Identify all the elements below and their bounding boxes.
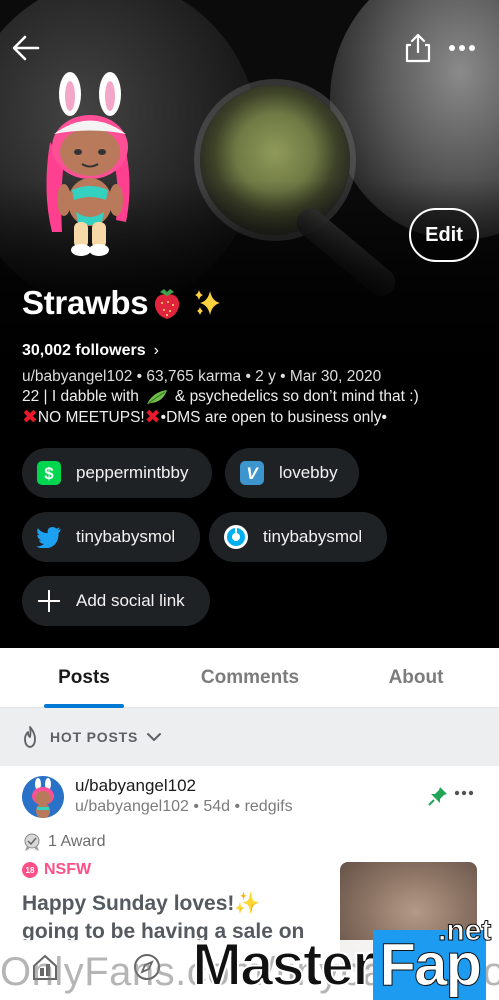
- svg-text:V: V: [246, 464, 259, 483]
- cross-mark-icon: ✖: [144, 407, 161, 428]
- add-social-link-button[interactable]: Add social link: [22, 576, 210, 626]
- chevron-down-icon: [147, 733, 162, 741]
- cashapp-icon: $: [36, 460, 62, 486]
- tab-about[interactable]: About: [376, 648, 456, 708]
- post-subtitle: u/babyangel102 • 54d • redgifs: [75, 798, 293, 815]
- pin-icon: [428, 787, 447, 806]
- back-button[interactable]: [8, 30, 44, 66]
- ellipsis-icon: [454, 790, 474, 796]
- edit-profile-button[interactable]: Edit: [409, 208, 479, 262]
- bio-text: & psychedelics so don’t mind that :): [174, 388, 419, 405]
- flame-icon: [24, 726, 36, 748]
- cross-mark-icon: ✖: [22, 407, 38, 428]
- strawberry-icon: [155, 289, 180, 319]
- herb-icon: [146, 390, 167, 405]
- more-options-button[interactable]: [444, 30, 480, 66]
- twitter-icon: [36, 524, 62, 550]
- onlyfans-icon: [223, 524, 249, 550]
- bio-text: NO MEETUPS!: [37, 408, 145, 426]
- bio-line-2: ✖ NO MEETUPS! ✖ •DMS are open to busines…: [22, 408, 387, 427]
- post-avatar[interactable]: [22, 776, 64, 818]
- add-social-link-label: Add social link: [76, 591, 185, 610]
- followers-link[interactable]: 30,002 followers ›: [22, 342, 159, 360]
- tab-posts[interactable]: Posts: [44, 648, 124, 708]
- social-link-twitter[interactable]: tinybabysmol: [22, 512, 200, 562]
- arrow-left-icon: [12, 35, 40, 61]
- social-link-venmo[interactable]: V lovebby: [225, 448, 359, 498]
- display-name: Strawbs: [22, 284, 149, 321]
- watermark-masterfap: Master Fap .net: [191, 914, 492, 1000]
- social-link-label: tinybabysmol: [263, 527, 363, 546]
- social-link-label: lovebby: [279, 463, 338, 482]
- plus-icon: [36, 588, 62, 614]
- profile-meta: u/babyangel102 • 63,765 karma • 2 y • Ma…: [22, 368, 382, 385]
- sort-label: HOT POSTS: [50, 729, 139, 745]
- avatar[interactable]: [32, 72, 142, 262]
- svg-text:$: $: [44, 464, 54, 483]
- watermark-brand-c: .net: [437, 914, 492, 948]
- venmo-icon: V: [239, 460, 265, 486]
- post-more-button[interactable]: [454, 784, 474, 804]
- profile-tabs: Posts Comments About: [0, 648, 499, 708]
- award-row[interactable]: 1 Award: [22, 832, 106, 852]
- social-link-label: tinybabysmol: [76, 527, 176, 546]
- nsfw-label: NSFW: [44, 861, 92, 878]
- followers-count: 30,002 followers: [22, 342, 146, 359]
- social-link-onlyfans[interactable]: tinybabysmol: [209, 512, 387, 562]
- bio-line-1: 22 | I dabble with & psychedelics so don…: [22, 388, 419, 406]
- post-author[interactable]: u/babyangel102: [75, 776, 196, 796]
- bio-text: 22 | I dabble with: [22, 388, 139, 405]
- sort-dropdown[interactable]: HOT POSTS: [0, 708, 499, 766]
- display-name-row: Strawbs: [22, 284, 224, 322]
- award-icon: [24, 833, 40, 851]
- nsfw-tag: 18 NSFW: [22, 861, 91, 879]
- social-link-cashapp[interactable]: $ peppermintbby: [22, 448, 212, 498]
- ellipsis-icon: [449, 45, 475, 51]
- bio-text: •DMS are open to business only•: [160, 408, 387, 426]
- watermark-brand-a: Master: [191, 930, 376, 999]
- sparkles-icon: [195, 290, 221, 315]
- award-label: 1 Award: [48, 833, 106, 850]
- social-link-label: peppermintbby: [76, 463, 189, 482]
- share-button[interactable]: [400, 30, 436, 66]
- chevron-right-icon: ›: [153, 342, 159, 359]
- nsfw-badge-icon: 18: [22, 862, 38, 878]
- share-icon: [405, 33, 431, 63]
- profile-header: Edit Strawbs 30,002 followers › u/babyan…: [0, 0, 499, 648]
- tab-comments[interactable]: Comments: [190, 648, 310, 708]
